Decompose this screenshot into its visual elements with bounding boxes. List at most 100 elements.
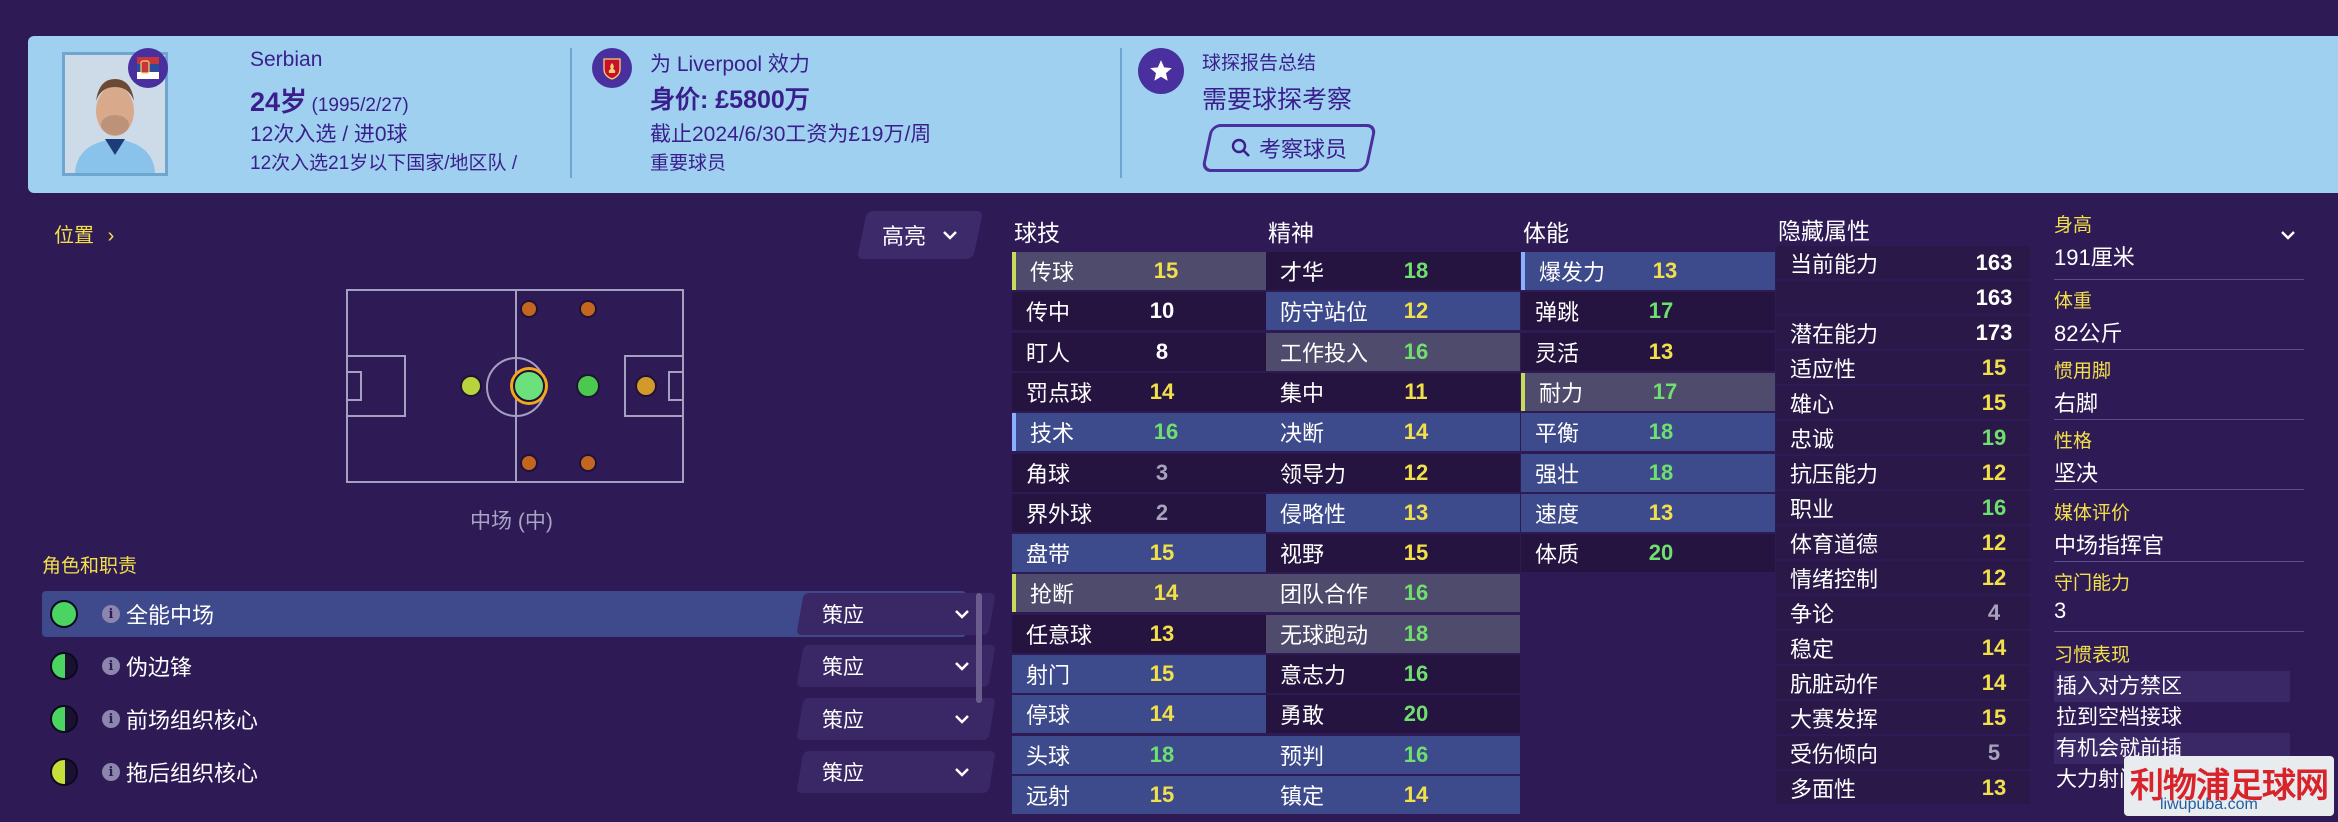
physical-attribute-row[interactable]: 强壮 18 (1521, 453, 1775, 492)
attribute-value: 15 (1981, 704, 2007, 730)
technical-attribute-row[interactable]: 界外球 2 (1012, 493, 1266, 532)
hidden-attribute-row[interactable]: 争论 4 (1776, 596, 2030, 629)
club-badge-icon[interactable] (592, 48, 632, 88)
mental-attribute-row[interactable]: 视野 15 (1266, 534, 1520, 573)
attribute-value: 14 (1153, 580, 1179, 606)
attribute-value: 18 (1403, 258, 1429, 283)
mental-attribute-row[interactable]: 才华 18 (1266, 252, 1520, 290)
attribute-name: 射门 (1026, 663, 1071, 688)
attribute-name: 意志力 (1280, 663, 1347, 688)
duty-dropdown[interactable]: 策应 (796, 645, 996, 687)
hidden-attribute-row[interactable]: 适应性 15 (1776, 351, 2030, 384)
physical-attribute-row[interactable]: 体质 20 (1521, 534, 1775, 573)
attribute-value: 14 (1149, 701, 1175, 727)
info-icon[interactable]: i (102, 657, 120, 675)
hidden-attribute-row[interactable]: 受伤倾向 5 (1776, 736, 2030, 769)
personality-item: 性格 坚决 (2054, 426, 2304, 490)
highlight-dropdown[interactable]: 高亮 (856, 211, 984, 259)
attribute-name: 速度 (1535, 501, 1580, 527)
hidden-attribute-row[interactable]: 雄心 15 (1776, 386, 2030, 419)
attribute-name: 才华 (1280, 260, 1325, 285)
attribute-value: 13 (1981, 774, 2007, 800)
mental-attribute-row[interactable]: 意志力 16 (1266, 655, 1520, 693)
chevron-right-icon: › (107, 225, 115, 247)
technical-attribute-row[interactable]: 停球 14 (1012, 695, 1266, 734)
position-link[interactable]: 位置 › (54, 219, 114, 248)
info-icon[interactable]: i (102, 763, 120, 781)
attribute-value: 13 (1403, 499, 1429, 525)
mental-attribute-row[interactable]: 预判 16 (1266, 735, 1520, 774)
age: 24岁 (250, 87, 308, 117)
duty-dropdown[interactable]: 策应 (796, 593, 996, 635)
position-label: 位置 (54, 225, 94, 247)
info-icon[interactable]: i (102, 710, 120, 728)
role-item[interactable]: i 拖后组织核心 策应 (42, 749, 996, 795)
hidden-attribute-row[interactable]: 情绪控制 12 (1776, 561, 2030, 594)
mental-attribute-row[interactable]: 镇定 14 (1266, 775, 1520, 814)
technical-attribute-row[interactable]: 罚点球 14 (1012, 372, 1266, 411)
hidden-attribute-row[interactable]: 抗压能力 12 (1776, 456, 2030, 489)
info-icon[interactable]: i (102, 605, 120, 623)
role-item[interactable]: i 全能中场 策应 (42, 591, 996, 637)
weight-item: 体重 82公斤 (2054, 286, 2304, 350)
technical-attribute-row[interactable]: 盘带 15 (1012, 534, 1266, 573)
hidden-attribute-row[interactable]: 职业 16 (1776, 491, 2030, 524)
attribute-value: 15 (1981, 354, 2007, 380)
technical-attribute-row[interactable]: 盯人 8 (1012, 332, 1266, 371)
technical-attribute-row[interactable]: 抢断 14 (1012, 574, 1266, 613)
technical-attribute-row[interactable]: 技术 16 (1012, 413, 1266, 452)
hidden-attribute-row[interactable]: 163 (1776, 281, 2030, 314)
mental-attribute-row[interactable]: 领导力 12 (1266, 453, 1520, 492)
technical-attribute-row[interactable]: 传球 15 (1012, 252, 1266, 290)
position-dot (460, 375, 482, 397)
scout-title: 球探报告总结 (1202, 53, 1317, 74)
role-item[interactable]: i 伪边锋 策应 (42, 643, 996, 689)
mental-attribute-row[interactable]: 团队合作 16 (1266, 574, 1520, 613)
divider (570, 48, 572, 178)
technical-attribute-row[interactable]: 射门 15 (1012, 655, 1266, 693)
technical-attribute-row[interactable]: 头球 18 (1012, 735, 1266, 774)
roles-title: 角色和职责 (42, 556, 138, 577)
mental-attribute-row[interactable]: 无球跑动 18 (1266, 614, 1520, 653)
mental-attribute-row[interactable]: 工作投入 16 (1266, 332, 1520, 371)
mental-attribute-row[interactable]: 防守站位 12 (1266, 292, 1520, 331)
physical-attribute-row[interactable]: 弹跳 17 (1521, 292, 1775, 331)
attribute-value: 18 (1648, 459, 1674, 485)
hidden-attribute-row[interactable]: 稳定 14 (1776, 631, 2030, 664)
physical-attribute-row[interactable]: 速度 13 (1521, 493, 1775, 532)
mental-attribute-row[interactable]: 决断 14 (1266, 413, 1520, 452)
hidden-attribute-row[interactable]: 潜在能力 173 (1776, 316, 2030, 349)
hidden-attribute-row[interactable]: 当前能力 163 (1776, 246, 2030, 279)
duty-dropdown[interactable]: 策应 (796, 698, 996, 740)
attribute-value: 12 (1981, 459, 2007, 485)
technical-attribute-row[interactable]: 任意球 13 (1012, 614, 1266, 653)
mental-attribute-row[interactable]: 集中 11 (1266, 372, 1520, 411)
attribute-name: 防守站位 (1280, 300, 1369, 326)
duty-dropdown[interactable]: 策应 (796, 751, 996, 793)
attribute-name: 罚点球 (1026, 380, 1093, 406)
club-line[interactable]: 为 Liverpool 效力 (650, 48, 810, 78)
mental-attribute-row[interactable]: 勇敢 20 (1266, 695, 1520, 734)
hidden-attribute-row[interactable]: 肮脏动作 14 (1776, 666, 2030, 699)
u21-caps: 12次入选21岁以下国家/地区队 / (250, 153, 518, 174)
mental-attribute-row[interactable]: 侵略性 13 (1266, 493, 1520, 532)
foot-label: 惯用脚 (2054, 361, 2112, 382)
hidden-attribute-row[interactable]: 体育道德 12 (1776, 526, 2030, 559)
technical-attribute-row[interactable]: 远射 15 (1012, 775, 1266, 814)
scout-player-button[interactable]: 考察球员 (1200, 124, 1378, 172)
physical-attribute-row[interactable]: 耐力 17 (1521, 372, 1775, 411)
technical-attribute-row[interactable]: 传中 10 (1012, 292, 1266, 331)
physical-attribute-row[interactable]: 灵活 13 (1521, 332, 1775, 371)
role-name: 前场组织核心 (126, 708, 259, 733)
chevron-down-icon[interactable] (2280, 230, 2296, 240)
hidden-attribute-row[interactable]: 多面性 13 (1776, 771, 2030, 804)
attribute-name: 多面性 (1790, 776, 1857, 802)
hidden-attribute-row[interactable]: 忠诚 19 (1776, 421, 2030, 454)
technical-attribute-row[interactable]: 角球 3 (1012, 453, 1266, 492)
roles-scrollbar[interactable] (976, 593, 982, 703)
role-item[interactable]: i 前场组织核心 策应 (42, 696, 996, 742)
physical-attribute-row[interactable]: 平衡 18 (1521, 413, 1775, 452)
hidden-attribute-row[interactable]: 大赛发挥 15 (1776, 701, 2030, 734)
attribute-value: 163 (1975, 249, 2013, 275)
physical-attribute-row[interactable]: 爆发力 13 (1521, 252, 1775, 290)
